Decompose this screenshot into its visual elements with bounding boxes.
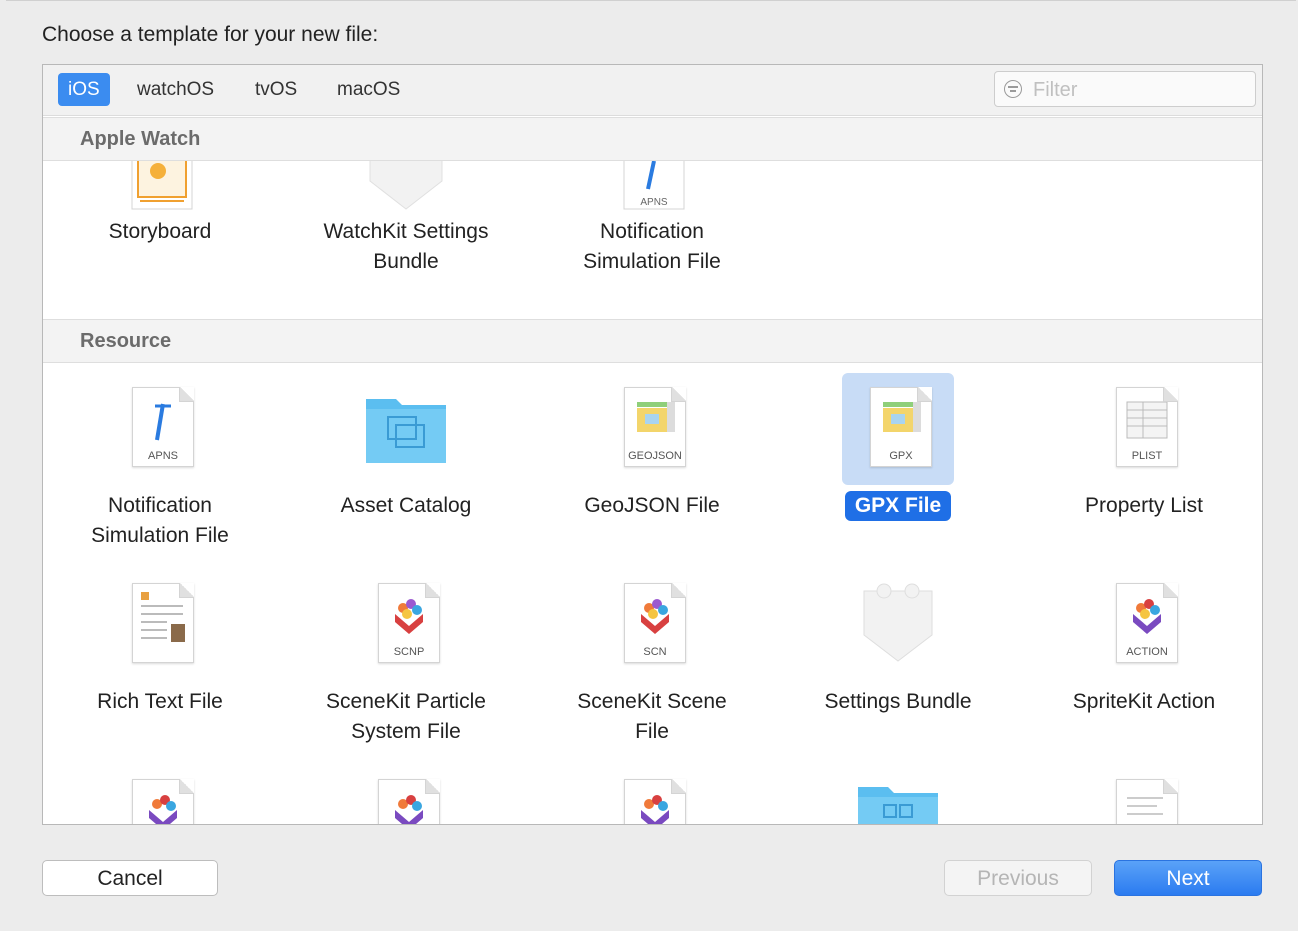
file-tag: GPX: [889, 450, 913, 462]
spritekit-file-icon: [350, 765, 462, 824]
tab-macos[interactable]: macOS: [327, 73, 410, 106]
apns-file-icon: APNS: [596, 161, 708, 211]
template-partial-row-item[interactable]: [291, 765, 521, 824]
template-label: SceneKit Scene File: [577, 690, 727, 743]
folder-icon: [350, 373, 462, 485]
scn-file-icon: SCN: [596, 569, 708, 681]
template-rich-text-file[interactable]: Rich Text File: [45, 569, 275, 717]
next-button[interactable]: Next: [1114, 860, 1262, 896]
file-tag: PLIST: [1131, 450, 1163, 462]
template-spritekit-action[interactable]: ACTION SpriteKit Action: [1029, 569, 1259, 717]
template-label: SceneKit Particle System File: [326, 690, 486, 743]
filter-field[interactable]: [994, 71, 1256, 107]
template-label: GeoJSON File: [584, 494, 720, 517]
file-tag: APNS: [640, 197, 668, 208]
plist-file-icon: PLIST: [1088, 373, 1200, 485]
folder-icon: [842, 765, 954, 824]
template-partial-row-item[interactable]: [783, 765, 1013, 824]
tab-ios[interactable]: iOS: [58, 73, 110, 106]
settings-bundle-icon: [842, 569, 954, 681]
tab-tvos[interactable]: tvOS: [245, 73, 307, 106]
previous-button[interactable]: Previous: [944, 860, 1092, 896]
template-label: SpriteKit Action: [1072, 690, 1216, 713]
template-partial-row-item[interactable]: [45, 765, 275, 824]
template-notification-simulation-file-watch[interactable]: APNS Notification Simulation File: [537, 161, 767, 277]
filter-input[interactable]: [1031, 77, 1245, 103]
template-label: Property List: [1085, 494, 1203, 517]
sheet-prompt: Choose a template for your new file:: [42, 23, 379, 46]
scnp-file-icon: SCNP: [350, 569, 462, 681]
template-partial-row-item[interactable]: [537, 765, 767, 824]
template-gpx-file[interactable]: GPX GPX File: [783, 373, 1013, 521]
filter-icon: [1004, 80, 1022, 98]
geojson-file-icon: GEOJSON: [596, 373, 708, 485]
template-scenekit-scene-file[interactable]: SCN SceneKit Scene File: [537, 569, 767, 747]
template-settings-bundle[interactable]: Settings Bundle: [783, 569, 1013, 717]
section-title: Resource: [80, 330, 172, 352]
gpx-file-icon: GPX: [842, 373, 954, 485]
tab-watchos[interactable]: watchOS: [127, 73, 224, 106]
template-label: Settings Bundle: [824, 690, 972, 713]
template-scenekit-particle-system-file[interactable]: SCNP SceneKit Particle System File: [291, 569, 521, 747]
action-file-icon: ACTION: [1088, 569, 1200, 681]
template-asset-catalog[interactable]: Asset Catalog: [291, 373, 521, 521]
file-tag: APNS: [148, 450, 178, 462]
apns-file-icon: APNS: [104, 373, 216, 485]
template-browser: iOS watchOS tvOS macOS Apple Watch Story…: [42, 64, 1263, 825]
file-tag: SCNP: [393, 646, 425, 658]
template-property-list[interactable]: PLIST Property List: [1029, 373, 1259, 521]
cancel-button[interactable]: Cancel: [42, 860, 218, 896]
spritekit-file-icon: [596, 765, 708, 824]
rich-text-file-icon: [104, 569, 216, 681]
template-label: Notification Simulation File: [91, 494, 229, 547]
file-tag: SCN: [643, 646, 667, 658]
template-label: GPX File: [844, 491, 952, 521]
file-tag: GEOJSON: [628, 450, 682, 462]
template-label: WatchKit Settings Bundle: [323, 220, 489, 273]
spritekit-file-icon: [104, 765, 216, 824]
template-geojson-file[interactable]: GEOJSON GeoJSON File: [537, 373, 767, 521]
template-label: Asset Catalog: [340, 494, 472, 517]
template-storyboard[interactable]: Storyboard: [45, 161, 275, 247]
section-title: Apple Watch: [80, 128, 201, 150]
section-header-resource: Resource: [43, 319, 1262, 363]
storyboard-icon: [104, 161, 216, 211]
section-header-apple-watch: Apple Watch: [43, 117, 1262, 161]
template-notification-simulation-file[interactable]: APNS Notification Simulation File: [45, 373, 275, 551]
document-icon: [1088, 765, 1200, 824]
file-tag: ACTION: [1126, 646, 1168, 658]
template-watchkit-settings-bundle[interactable]: WatchKit Settings Bundle: [291, 161, 521, 277]
template-label: Rich Text File: [97, 690, 223, 713]
template-label: Storyboard: [108, 220, 212, 243]
settings-bundle-icon: [350, 161, 462, 211]
platform-tab-bar: iOS watchOS tvOS macOS: [43, 65, 1262, 116]
template-label: Notification Simulation File: [583, 220, 721, 273]
template-partial-row-item[interactable]: [1029, 765, 1259, 824]
